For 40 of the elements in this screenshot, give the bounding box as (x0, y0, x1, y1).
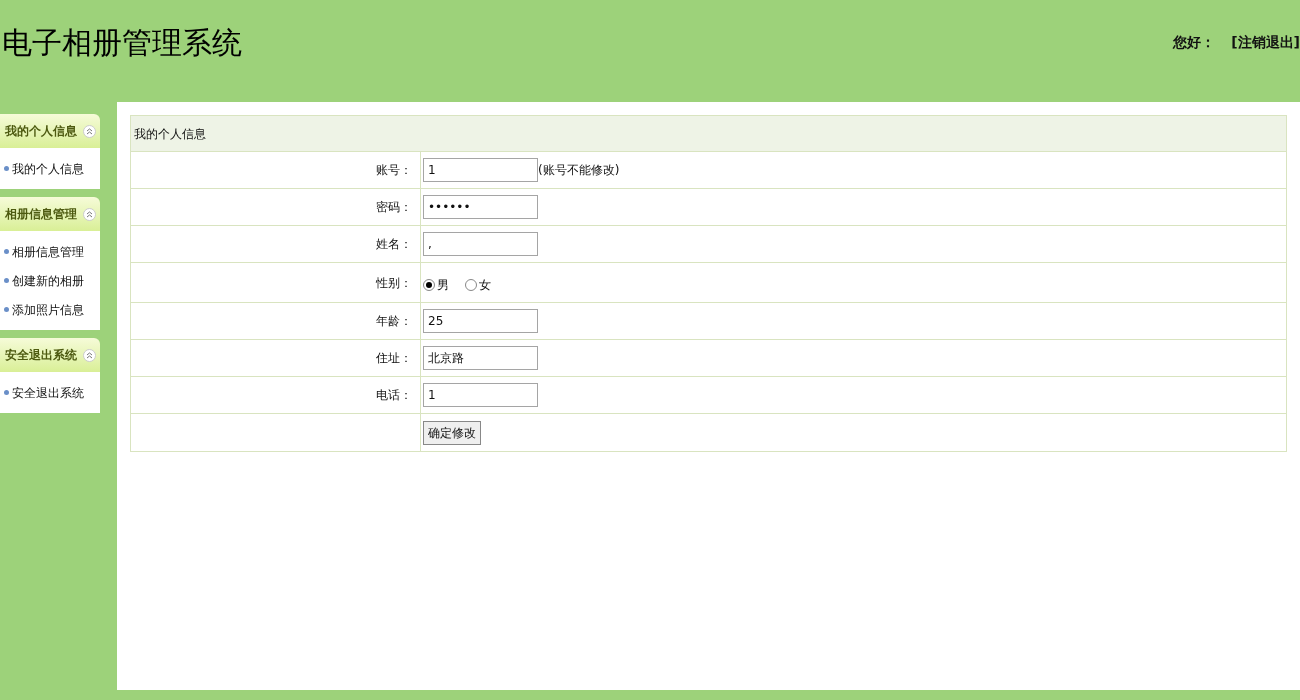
bullet-icon (4, 166, 9, 171)
logout-link[interactable]: [注销退出] (1231, 32, 1300, 53)
field-label: 住址： (376, 350, 412, 367)
field-label: 姓名： (376, 236, 412, 253)
collapse-icon (83, 348, 96, 362)
menu-item[interactable]: 相册信息管理 (0, 237, 100, 266)
bullet-icon (4, 278, 9, 283)
collapse-icon (83, 124, 96, 138)
menu-group-title: 我的个人信息 (5, 123, 77, 140)
radio-option[interactable]: 男 (423, 275, 449, 294)
menu-item[interactable]: 添加照片信息 (0, 295, 100, 324)
input-field[interactable]: 1 (423, 158, 538, 182)
app-title: 电子相册管理系统 (2, 24, 242, 62)
input-field[interactable]: 1 (423, 383, 538, 407)
submit-button[interactable]: 确定修改 (423, 420, 481, 445)
field-note: (账号不能修改) (538, 162, 620, 179)
bullet-icon (4, 249, 9, 254)
input-field[interactable]: 北京路 (423, 346, 538, 370)
radio-icon (423, 278, 435, 291)
radio-option[interactable]: 女 (465, 275, 491, 294)
field-label: 电话： (376, 387, 412, 404)
menu-group-title: 相册信息管理 (5, 206, 77, 223)
input-field[interactable]: , (423, 232, 538, 256)
field-label: 密码： (376, 199, 412, 216)
menu-group-header[interactable]: 安全退出系统 (0, 338, 100, 372)
input-field[interactable]: 25 (423, 309, 538, 333)
menu-group-header[interactable]: 相册信息管理 (0, 197, 100, 231)
menu-group-title: 安全退出系统 (5, 347, 77, 364)
field-label: 年龄： (376, 313, 412, 330)
form-header: 我的个人信息 (131, 116, 1286, 152)
input-field[interactable]: •••••• (423, 195, 538, 219)
greeting-text: 您好： (1173, 33, 1216, 52)
field-label: 账号： (376, 162, 412, 179)
bullet-icon (4, 307, 9, 312)
radio-icon (465, 278, 477, 291)
bullet-icon (4, 390, 9, 395)
field-label: 性别： (376, 274, 412, 292)
menu-group-header[interactable]: 我的个人信息 (0, 114, 100, 148)
collapse-icon (83, 207, 96, 221)
menu-item[interactable]: 创建新的相册 (0, 266, 100, 295)
